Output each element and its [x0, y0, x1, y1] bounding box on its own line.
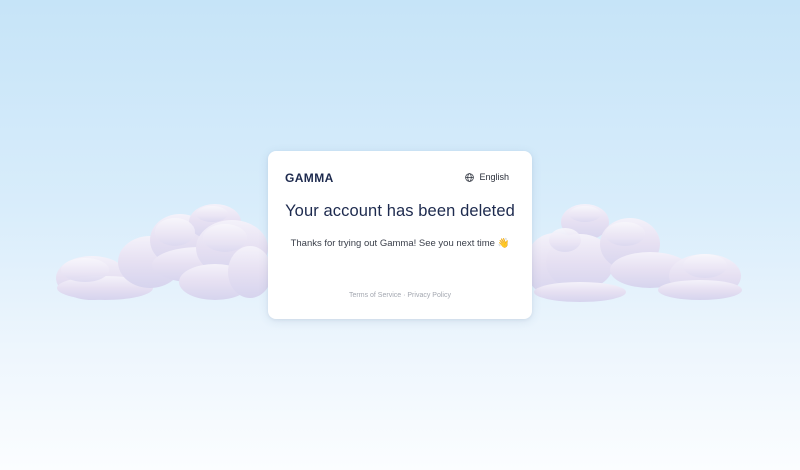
language-label: English [479, 172, 509, 182]
globe-icon [465, 172, 475, 182]
svg-text:GAMMA: GAMMA [285, 172, 334, 183]
left-cloud [56, 204, 272, 300]
privacy-policy-link[interactable]: Privacy Policy [407, 292, 451, 299]
account-deleted-card: GAMMA English Your account has been dele… [268, 151, 532, 319]
terms-of-service-link[interactable]: Terms of Service [349, 292, 401, 299]
footer-links: Terms of Service · Privacy Policy [268, 292, 532, 299]
footer-separator: · [403, 292, 406, 299]
page-title: Your account has been deleted [285, 202, 515, 220]
farewell-message: Thanks for trying out Gamma! See you nex… [290, 238, 510, 249]
card-header: GAMMA English [285, 170, 509, 184]
right-cloud [525, 204, 742, 302]
language-selector[interactable]: English [465, 172, 509, 182]
gamma-wordmark: GAMMA [285, 172, 334, 183]
gamma-logo: GAMMA [285, 172, 339, 183]
